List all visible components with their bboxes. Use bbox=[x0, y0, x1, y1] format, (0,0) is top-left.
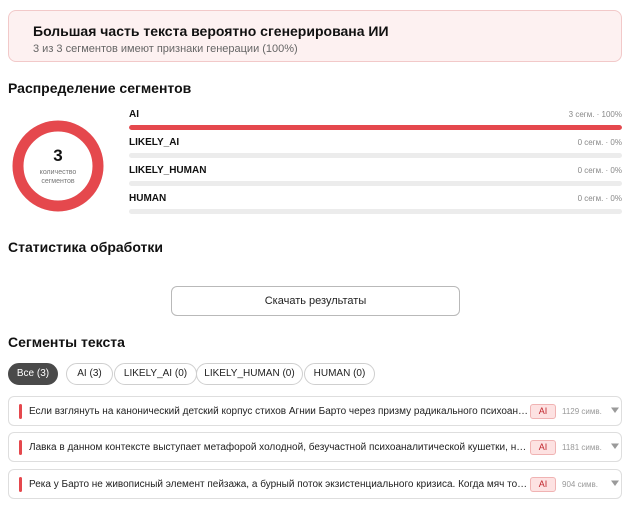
segment-text: Река у Барто не живописный элемент пейза… bbox=[29, 479, 529, 490]
distribution-label: LIKELY_HUMAN bbox=[129, 165, 207, 176]
distribution-value: 0 сегм. · 0% bbox=[577, 194, 622, 203]
segments-title: Сегменты текста bbox=[8, 334, 125, 350]
download-results-button[interactable]: Скачать результаты bbox=[171, 286, 460, 316]
segment-label-badge: AI bbox=[530, 404, 556, 419]
filter-human[interactable]: HUMAN (0) bbox=[304, 363, 375, 385]
verdict-subtitle: 3 из 3 сегментов имеют признаки генераци… bbox=[33, 43, 298, 55]
filter-likely-human[interactable]: LIKELY_HUMAN (0) bbox=[196, 363, 303, 385]
distribution-track bbox=[129, 153, 622, 158]
chevron-down-icon[interactable] bbox=[611, 479, 619, 487]
distribution-value: 3 сегм. · 100% bbox=[568, 110, 622, 119]
segment-char-count: 1129 симв. bbox=[562, 407, 602, 416]
filter-ai[interactable]: AI (3) bbox=[66, 363, 113, 385]
distribution-row-ai: AI 3 сегм. · 100% bbox=[129, 108, 622, 130]
segment-char-count: 904 симв. bbox=[562, 480, 599, 489]
segment-text: Если взглянуть на канонический детский к… bbox=[29, 406, 529, 417]
distribution-row-likely-ai: LIKELY_AI 0 сегм. · 0% bbox=[129, 136, 622, 158]
distribution-label: HUMAN bbox=[129, 193, 167, 204]
distribution-fill bbox=[129, 125, 622, 130]
segment-row[interactable]: Лавка в данном контексте выступает метаф… bbox=[8, 432, 622, 462]
distribution-title: Распределение сегментов bbox=[8, 80, 192, 96]
segment-row[interactable]: Река у Барто не живописный элемент пейза… bbox=[8, 469, 622, 499]
donut-center: 3 количество сегментов bbox=[12, 120, 104, 212]
distribution-value: 0 сегм. · 0% bbox=[577, 166, 622, 175]
segment-label-badge: AI bbox=[530, 477, 556, 492]
distribution-track bbox=[129, 209, 622, 214]
chevron-down-icon[interactable] bbox=[611, 442, 619, 450]
filter-all[interactable]: Все (3) bbox=[8, 363, 58, 385]
segment-row[interactable]: Если взглянуть на канонический детский к… bbox=[8, 396, 622, 426]
segments-donut-chart: 3 количество сегментов bbox=[12, 120, 104, 212]
segment-ai-marker bbox=[19, 404, 22, 419]
segment-label-badge: AI bbox=[530, 440, 556, 455]
segment-ai-marker bbox=[19, 477, 22, 492]
distribution-value: 0 сегм. · 0% bbox=[577, 138, 622, 147]
segment-ai-marker bbox=[19, 440, 22, 455]
segment-count: 3 bbox=[53, 146, 63, 165]
distribution-label: LIKELY_AI bbox=[129, 137, 180, 148]
distribution-label: AI bbox=[129, 109, 139, 120]
segment-text: Лавка в данном контексте выступает метаф… bbox=[29, 442, 529, 453]
segment-count-label: количество сегментов bbox=[39, 169, 77, 185]
stats-title: Статистика обработки bbox=[8, 239, 164, 255]
distribution-row-likely-human: LIKELY_HUMAN 0 сегм. · 0% bbox=[129, 164, 622, 186]
distribution-row-human: HUMAN 0 сегм. · 0% bbox=[129, 192, 622, 214]
verdict-title: Большая часть текста вероятно сгенериров… bbox=[33, 23, 389, 39]
filter-likely-ai[interactable]: LIKELY_AI (0) bbox=[114, 363, 197, 385]
ai-verdict-banner: Большая часть текста вероятно сгенериров… bbox=[8, 10, 622, 62]
chevron-down-icon[interactable] bbox=[611, 406, 619, 414]
distribution-track bbox=[129, 125, 622, 130]
segment-char-count: 1181 симв. bbox=[562, 443, 602, 452]
distribution-track bbox=[129, 181, 622, 186]
